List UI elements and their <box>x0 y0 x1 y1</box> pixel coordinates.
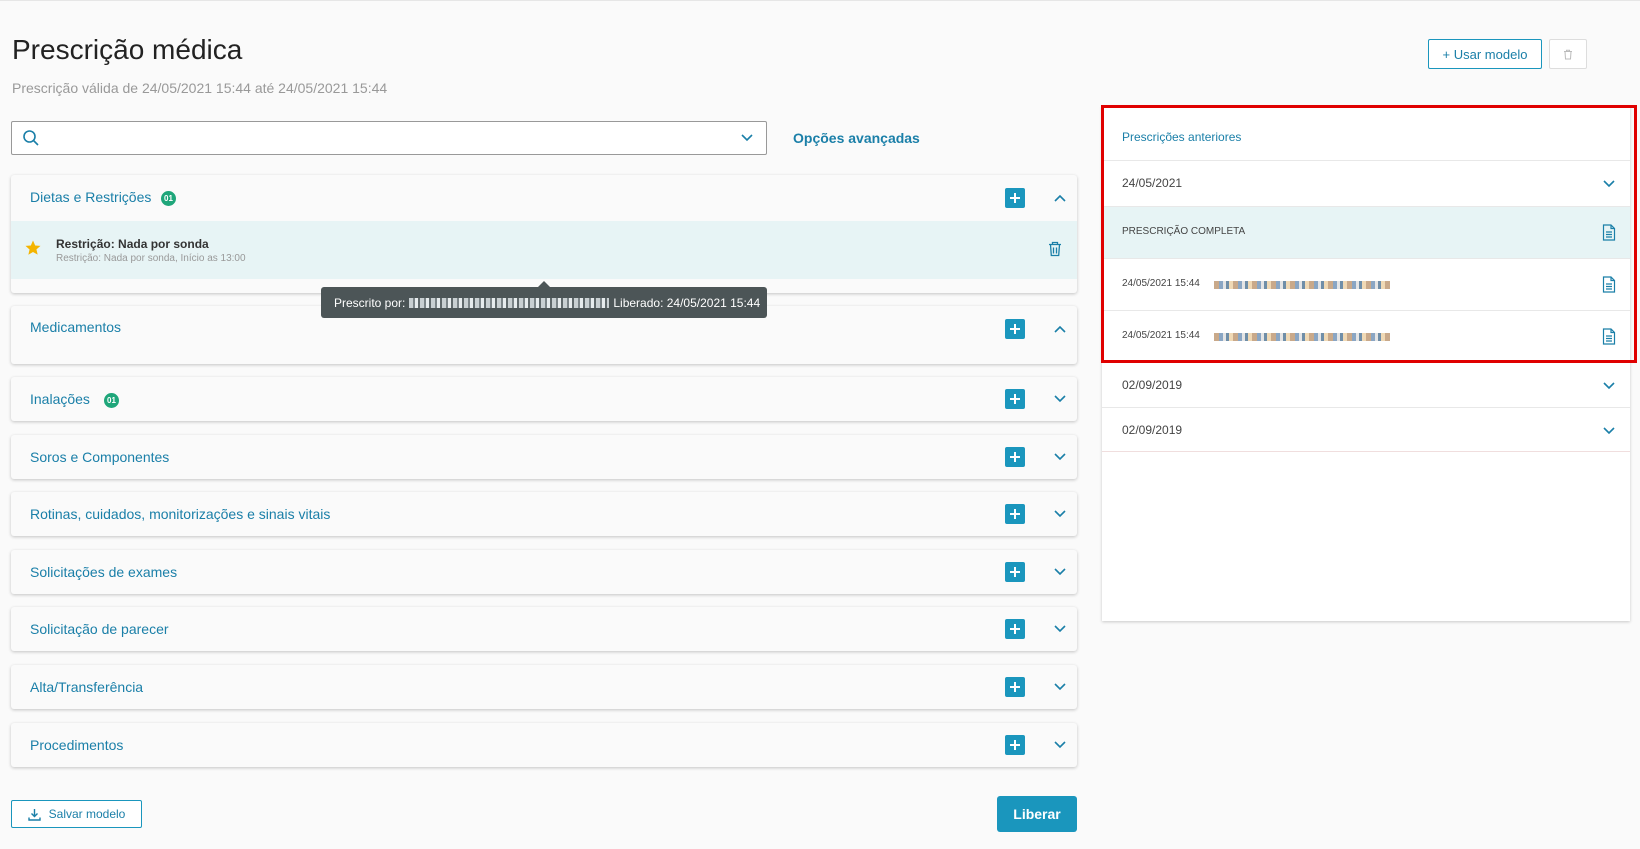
advanced-options-link[interactable]: Opções avançadas <box>793 130 920 146</box>
add-button[interactable] <box>1005 319 1025 339</box>
collapse-toggle[interactable] <box>1053 322 1067 336</box>
section-title[interactable]: Solicitações de exames <box>30 564 177 580</box>
plus-icon <box>1010 452 1020 462</box>
add-button[interactable] <box>1005 735 1025 755</box>
plus-icon <box>1010 682 1020 692</box>
group-date: 02/09/2019 <box>1122 378 1183 392</box>
section-title[interactable]: Medicamentos <box>30 319 121 335</box>
group-date: 02/09/2019 <box>1122 423 1183 437</box>
count-badge: 01 <box>104 393 119 408</box>
chevron-down-icon <box>1603 427 1615 435</box>
expand-toggle[interactable] <box>1053 565 1067 579</box>
section-procedures: Procedimentos <box>11 723 1077 767</box>
save-model-label: Salvar modelo <box>48 807 126 821</box>
plus-icon <box>1010 394 1020 404</box>
item-detail: Restrição: Nada por sonda, Início as 13:… <box>56 253 246 264</box>
add-button[interactable] <box>1005 619 1025 639</box>
section-title[interactable]: Solicitação de parecer <box>30 621 169 637</box>
add-button[interactable] <box>1005 447 1025 467</box>
add-button[interactable] <box>1005 389 1025 409</box>
top-divider <box>0 0 1640 1</box>
expand-toggle[interactable] <box>1053 450 1067 464</box>
item-title: Restrição: Nada por sonda <box>56 237 209 251</box>
expand-toggle[interactable] <box>1053 680 1067 694</box>
chevron-up-icon <box>1054 194 1066 202</box>
redacted-name <box>409 297 610 308</box>
section-title[interactable]: Soros e Componentes <box>30 449 169 465</box>
plus-icon <box>1010 509 1020 519</box>
section-title[interactable]: Alta/Transferência <box>30 679 143 695</box>
chevron-down-icon <box>1054 453 1066 461</box>
section-title[interactable]: Inalações <box>30 391 90 407</box>
section-title[interactable]: Procedimentos <box>30 737 123 753</box>
date-group[interactable]: 02/09/2019 <box>1102 362 1630 407</box>
page-subtitle: Prescrição válida de 24/05/2021 15:44 at… <box>12 80 388 96</box>
plus-icon <box>1010 324 1020 334</box>
chevron-down-icon <box>1054 625 1066 633</box>
use-model-label: + Usar modelo <box>1442 46 1528 62</box>
plus-icon <box>1010 624 1020 634</box>
section-title[interactable]: Dietas e Restrições <box>30 189 151 205</box>
list-item[interactable]: Restrição: Nada por sonda Restrição: Nad… <box>11 221 1077 279</box>
section-fluids: Soros e Componentes <box>11 435 1077 479</box>
chevron-down-icon <box>1054 683 1066 691</box>
highlight-annotation <box>1101 105 1637 363</box>
add-button[interactable] <box>1005 504 1025 524</box>
expand-toggle[interactable] <box>1053 392 1067 406</box>
released-label: Liberado: 24/05/2021 15:44 <box>613 295 761 310</box>
section-exams: Solicitações de exames <box>11 550 1077 594</box>
expand-toggle[interactable] <box>1053 738 1067 752</box>
plus-icon <box>1010 193 1020 203</box>
section-discharge: Alta/Transferência <box>11 665 1077 709</box>
chevron-down-icon <box>1054 395 1066 403</box>
page-title: Prescrição médica <box>12 34 243 65</box>
trash-icon <box>1564 49 1572 59</box>
add-button[interactable] <box>1005 188 1025 208</box>
release-button[interactable]: Liberar <box>997 796 1077 832</box>
use-model-button[interactable]: + Usar modelo <box>1428 39 1542 69</box>
prescribed-by-label: Prescrito por: <box>334 295 406 310</box>
search-box[interactable] <box>11 121 767 155</box>
save-model-button[interactable]: Salvar modelo <box>11 800 142 828</box>
add-button[interactable] <box>1005 677 1025 697</box>
date-group[interactable]: 02/09/2019 <box>1102 407 1630 452</box>
chevron-down-icon[interactable] <box>740 133 754 143</box>
search-icon <box>23 130 39 146</box>
chevron-down-icon <box>1054 568 1066 576</box>
chevron-down-icon <box>1054 741 1066 749</box>
chevron-down-icon <box>1054 510 1066 518</box>
section-inhalations: Inalações 01 <box>11 377 1077 421</box>
plus-icon <box>1010 740 1020 750</box>
expand-toggle[interactable] <box>1053 507 1067 521</box>
section-title[interactable]: Rotinas, cuidados, monitorizações e sina… <box>30 506 330 522</box>
add-button[interactable] <box>1005 562 1025 582</box>
prescriber-tooltip: Prescrito por: Liberado: 24/05/2021 15:4… <box>321 281 767 318</box>
section-routines: Rotinas, cuidados, monitorizações e sina… <box>11 492 1077 536</box>
collapse-toggle[interactable] <box>1053 191 1067 205</box>
plus-icon <box>1010 567 1020 577</box>
chevron-down-icon <box>1603 382 1615 390</box>
star-icon[interactable] <box>24 239 42 257</box>
trash-icon[interactable] <box>1048 241 1062 257</box>
count-badge: 01 <box>161 191 176 206</box>
download-icon <box>27 808 41 821</box>
chevron-up-icon <box>1054 325 1066 333</box>
expand-toggle[interactable] <box>1053 622 1067 636</box>
delete-top-button[interactable] <box>1549 39 1587 69</box>
section-opinion: Solicitação de parecer <box>11 607 1077 651</box>
